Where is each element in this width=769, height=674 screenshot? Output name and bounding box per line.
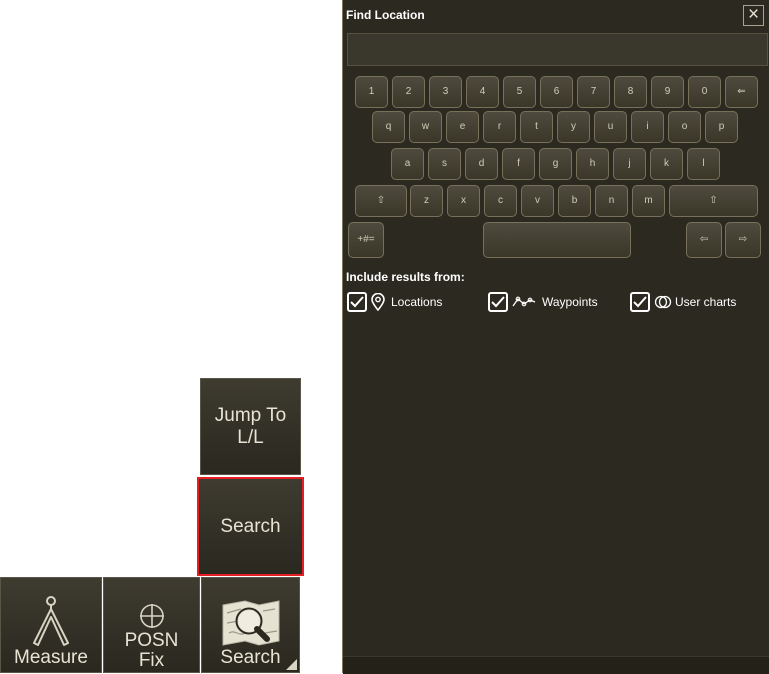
- key-4[interactable]: 4: [466, 76, 499, 108]
- key-m[interactable]: m: [632, 185, 665, 217]
- locations-label: Locations: [391, 295, 443, 309]
- key-z[interactable]: z: [410, 185, 443, 217]
- dialog-title: Find Location: [346, 8, 425, 22]
- key-u[interactable]: u: [594, 111, 627, 143]
- key-l[interactable]: l: [687, 148, 720, 180]
- key-c[interactable]: c: [484, 185, 517, 217]
- key-j[interactable]: j: [613, 148, 646, 180]
- key-p[interactable]: p: [705, 111, 738, 143]
- locations-checkbox[interactable]: [347, 292, 367, 312]
- key-a[interactable]: a: [391, 148, 424, 180]
- key-5[interactable]: 5: [503, 76, 536, 108]
- key-e[interactable]: e: [446, 111, 479, 143]
- key-d[interactable]: d: [465, 148, 498, 180]
- key-n[interactable]: n: [595, 185, 628, 217]
- key-2[interactable]: 2: [392, 76, 425, 108]
- search-results-list: [343, 318, 769, 656]
- route-icon: [512, 296, 536, 308]
- crosshair-circle-icon: [139, 603, 165, 629]
- search-toolbar-label: Search: [220, 647, 281, 668]
- key-9[interactable]: 9: [651, 76, 684, 108]
- measure-label: Measure: [14, 647, 88, 668]
- space-key[interactable]: [483, 222, 631, 258]
- key-1[interactable]: 1: [355, 76, 388, 108]
- dialog-bottom-bar: [343, 656, 769, 674]
- close-icon[interactable]: ×: [743, 5, 764, 26]
- symbols-key[interactable]: +#=: [348, 222, 384, 258]
- cursor-left-key[interactable]: ⇦: [686, 222, 722, 258]
- key-7[interactable]: 7: [577, 76, 610, 108]
- key-3[interactable]: 3: [429, 76, 462, 108]
- key-v[interactable]: v: [521, 185, 554, 217]
- key-s[interactable]: s: [428, 148, 461, 180]
- cursor-right-key[interactable]: ⇨: [725, 222, 761, 258]
- submenu-indicator-icon: [286, 659, 297, 670]
- key-6[interactable]: 6: [540, 76, 573, 108]
- key-q[interactable]: q: [372, 111, 405, 143]
- key-k[interactable]: k: [650, 148, 683, 180]
- user-charts-label: User charts: [675, 295, 737, 309]
- search-toolbar-button[interactable]: Search: [201, 577, 300, 673]
- key-y[interactable]: y: [557, 111, 590, 143]
- overlapping-circles-icon: [654, 294, 672, 310]
- jump-to-ll-button[interactable]: Jump To L/L: [200, 378, 301, 475]
- key-f[interactable]: f: [502, 148, 535, 180]
- key-x[interactable]: x: [447, 185, 480, 217]
- key-w[interactable]: w: [409, 111, 442, 143]
- shift-key-left[interactable]: ⇧: [355, 185, 407, 217]
- jump-to-label: Jump To L/L: [214, 404, 287, 448]
- chart-magnifier-icon: [219, 599, 283, 647]
- key-i[interactable]: i: [631, 111, 664, 143]
- key-o[interactable]: o: [668, 111, 701, 143]
- key-0[interactable]: 0: [688, 76, 721, 108]
- posn-fix-button[interactable]: POSN Fix: [103, 577, 200, 673]
- search-input[interactable]: [347, 33, 768, 66]
- posn-fix-label: POSN Fix: [124, 630, 179, 671]
- shift-key-right[interactable]: ⇧: [669, 185, 758, 217]
- key-h[interactable]: h: [576, 148, 609, 180]
- search-menu-button[interactable]: Search: [197, 477, 304, 576]
- location-pin-icon: [371, 293, 385, 311]
- search-menu-label: Search: [220, 515, 281, 537]
- user-charts-checkbox[interactable]: [630, 292, 650, 312]
- backspace-key[interactable]: ⇐: [725, 76, 758, 108]
- compass-divider-icon: [26, 595, 76, 647]
- key-r[interactable]: r: [483, 111, 516, 143]
- key-g[interactable]: g: [539, 148, 572, 180]
- measure-button[interactable]: Measure: [0, 577, 102, 673]
- include-locations-option[interactable]: Locations: [347, 290, 442, 314]
- waypoints-checkbox[interactable]: [488, 292, 508, 312]
- include-waypoints-option[interactable]: Waypoints: [488, 290, 598, 314]
- waypoints-label: Waypoints: [542, 295, 598, 309]
- key-b[interactable]: b: [558, 185, 591, 217]
- include-results-label: Include results from:: [346, 270, 465, 284]
- key-8[interactable]: 8: [614, 76, 647, 108]
- include-user-charts-option[interactable]: User charts: [630, 290, 736, 314]
- key-t[interactable]: t: [520, 111, 553, 143]
- find-location-dialog: Find Location × 1 2 3 4 5 6 7 8 9 0 ⇐ q …: [342, 0, 769, 674]
